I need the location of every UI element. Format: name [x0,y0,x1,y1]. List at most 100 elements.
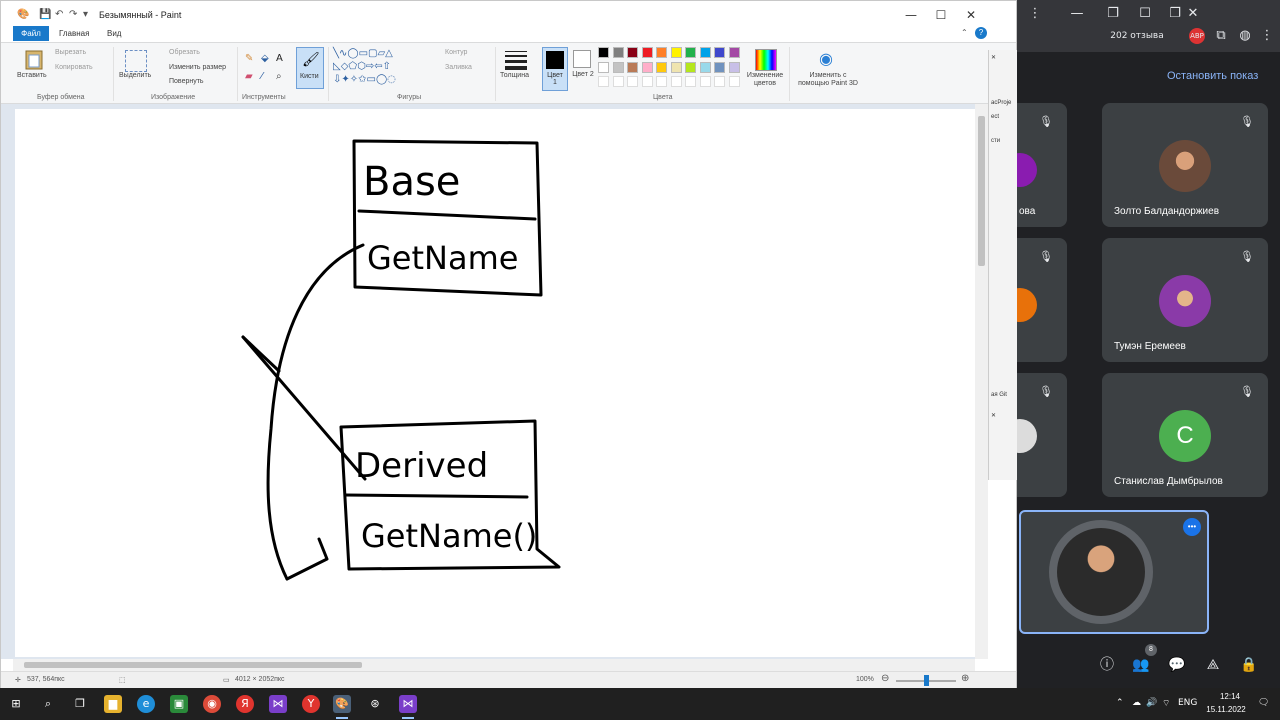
magnifier-icon[interactable]: ⌕ [276,71,282,83]
palette-swatch[interactable] [714,47,725,58]
palette-swatch[interactable] [685,47,696,58]
paint-taskbar-icon[interactable]: 🎨 [333,695,351,713]
custom-color-swatch[interactable] [656,76,667,87]
palette-swatch[interactable] [627,47,638,58]
redo-icon[interactable]: ↷ [69,9,77,20]
custom-color-swatch[interactable] [685,76,696,87]
file-explorer-icon[interactable]: ▆ [104,695,122,713]
participant-tile[interactable]: 🎙 Тумэн Еремеев [1102,238,1268,362]
color1-button[interactable]: Цвет 1 [542,47,568,91]
crop-button[interactable]: Обрезать [169,49,200,56]
select-icon[interactable] [125,50,147,72]
adblock-icon[interactable]: ABP [1189,28,1205,44]
cut-button[interactable]: Вырезать [55,49,86,56]
host-controls-icon[interactable]: 🔒 [1239,655,1259,675]
zoom-in-icon[interactable]: ⊕ [961,673,969,684]
edit-colors-icon[interactable] [755,49,777,71]
custom-color-swatch[interactable] [612,76,624,87]
search-icon[interactable]: ⌕ [39,695,57,713]
reviews-badge[interactable]: 202 отзыва [1107,28,1167,44]
color2-swatch[interactable] [573,50,591,68]
minimize-icon[interactable]: — [1069,6,1085,22]
shapes-gallery[interactable]: ╲∿◯▭▢▱△ ◺◇⬠⬡⇨⇦⇧ ⇩✦✧✩▭◯◌ [333,48,429,88]
save-icon[interactable]: 💾 [39,9,51,20]
palette-swatch[interactable] [699,61,711,73]
visual-studio-icon[interactable]: ⋈ [399,695,417,713]
pencil-icon[interactable]: ✎ [245,53,253,65]
participant-tile[interactable]: 🎙 C Станислав Дымбрылов [1102,373,1268,497]
zoom-slider-thumb[interactable] [924,675,929,686]
custom-color-swatch[interactable] [699,76,711,87]
network-icon[interactable]: ☁ [1132,698,1141,708]
custom-color-swatch[interactable] [641,76,653,87]
palette-swatch[interactable] [598,61,609,73]
sliver-close-icon[interactable]: ✕ [991,412,996,419]
show-hidden-icons[interactable]: ⌃ [1116,698,1124,708]
activities-icon[interactable]: ⟁ [1203,655,1223,675]
eraser-icon[interactable]: ▰ [245,71,253,83]
language-indicator[interactable]: ENG [1178,698,1197,708]
menu-icon[interactable]: ⋮ [1259,28,1275,44]
fill-button[interactable]: Заливка [445,64,472,71]
palette-swatch[interactable] [670,61,682,73]
palette-swatch[interactable] [670,47,682,58]
palette-swatch[interactable] [612,47,624,58]
paste-icon[interactable] [23,48,45,70]
size-label[interactable]: Толщина [500,72,529,79]
start-icon[interactable]: ⊞ [7,695,25,713]
stop-presenting-button[interactable]: Остановить показ [1167,70,1258,82]
sliver-close-icon[interactable]: ✕ [991,54,996,61]
palette-swatch[interactable] [714,61,725,73]
resize-button[interactable]: Изменить размер [169,64,226,71]
active-speaker-tile[interactable]: ••• [1019,510,1209,634]
collapse-ribbon-icon[interactable]: ⌃ [961,28,968,37]
participant-tile-partial[interactable]: 🎙 [1017,373,1067,497]
chat-icon[interactable]: 💬 [1167,655,1187,675]
more-icon[interactable]: ⋮ [1027,6,1043,22]
drawing-canvas[interactable]: Base GetName Derived GetName() [15,109,975,657]
maximize-button[interactable]: ☐ [933,7,949,23]
close-icon[interactable]: ✕ [1185,6,1201,22]
volume-icon[interactable]: 🔊 [1146,698,1157,708]
vertical-scrollbar[interactable] [975,104,988,659]
custom-color-swatch[interactable] [598,76,609,87]
close-button[interactable]: ✕ [963,7,979,23]
participant-tile-partial[interactable]: 🎙 ова [1017,103,1067,227]
palette-swatch[interactable] [598,47,609,58]
yandex-browser-icon[interactable]: Y [302,695,320,713]
paint3d-label[interactable]: Изменить с помощью Paint 3D [794,72,862,88]
paste-label[interactable]: Вставить [17,72,47,79]
clock-date[interactable]: 15.11.2022 [1200,705,1252,714]
edge-icon[interactable]: e [137,695,155,713]
palette-swatch[interactable] [699,47,711,58]
tab-view[interactable]: Вид [107,29,121,38]
help-icon[interactable]: ? [975,27,987,39]
zoom-out-icon[interactable]: ⊖ [881,673,889,684]
custom-color-swatch[interactable] [670,76,682,87]
participant-tile-partial[interactable]: 🎙 [1017,238,1067,362]
store-icon[interactable]: ▣ [170,695,188,713]
horizontal-scroll-thumb[interactable] [24,662,362,668]
quick-access-dropdown-icon[interactable]: ▾ [83,9,88,20]
obs-icon[interactable]: ⊛ [366,695,384,713]
participant-tile[interactable]: 🎙 Золто Балдандоржиев [1102,103,1268,227]
restore-icon[interactable]: ❐ [1105,6,1121,22]
palette-swatch[interactable] [627,61,638,73]
color-picker-icon[interactable]: ⁄ [261,71,263,83]
extensions-icon[interactable]: ⧉ [1213,28,1229,44]
select-label[interactable]: Выделить [119,72,151,79]
custom-color-swatch[interactable] [714,76,725,87]
vertical-scroll-thumb[interactable] [978,116,985,266]
palette-swatch[interactable] [612,61,624,73]
wifi-icon[interactable]: ⌔ [1162,698,1170,709]
notifications-icon[interactable]: 🗨 [1258,698,1269,708]
text-icon[interactable]: A [276,53,283,65]
palette-swatch[interactable] [656,47,667,58]
brushes-button[interactable]: 🖌 Кисти [296,47,324,89]
custom-color-swatch[interactable] [728,76,740,87]
size-icon[interactable] [505,51,527,70]
palette-swatch[interactable] [656,61,667,73]
yandex-icon[interactable]: Я [236,695,254,713]
edit-colors-label[interactable]: Изменение цветов [745,72,785,88]
profile-icon[interactable]: ◍ [1237,28,1253,44]
